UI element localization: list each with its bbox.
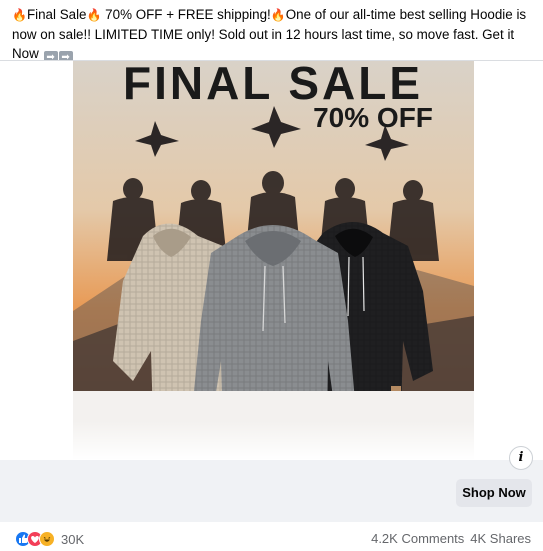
reaction-count: 30K [61, 531, 85, 547]
ad-discount: 70% OFF [313, 102, 433, 133]
post-text-segment: 70% OFF + FREE shipping! [101, 7, 271, 22]
post-footer: 30K 4.2K Comments 4K Shares [0, 522, 543, 551]
link-preview-bar[interactable]: i Shop Now [0, 446, 543, 522]
post-stats: 4.2K Comments 4K Shares [371, 531, 531, 546]
ad-media[interactable]: FINAL SALE 70% OFF [0, 61, 543, 460]
hoodie-promo-graphic: FINAL SALE 70% OFF [73, 61, 474, 460]
shares-link[interactable]: 4K Shares [470, 531, 531, 546]
post-text-segment: sale!! LIMITED TIME only! Sold out in 12… [12, 27, 515, 61]
haha-icon [39, 531, 55, 547]
post-text-segment: Final Sale [26, 7, 87, 22]
post-text: 🔥Final Sale🔥 70% OFF + FREE shipping!🔥On… [12, 5, 534, 64]
ad-image[interactable]: FINAL SALE 70% OFF [73, 61, 474, 460]
info-icon[interactable]: i [509, 446, 533, 470]
comments-link[interactable]: 4.2K Comments [371, 531, 464, 546]
shop-now-button[interactable]: Shop Now [456, 479, 532, 507]
fire-icon: 🔥 [270, 8, 286, 22]
fire-icon: 🔥 [12, 8, 27, 22]
reactions-summary[interactable]: 30K [15, 531, 84, 547]
fire-icon: 🔥 [86, 8, 102, 22]
